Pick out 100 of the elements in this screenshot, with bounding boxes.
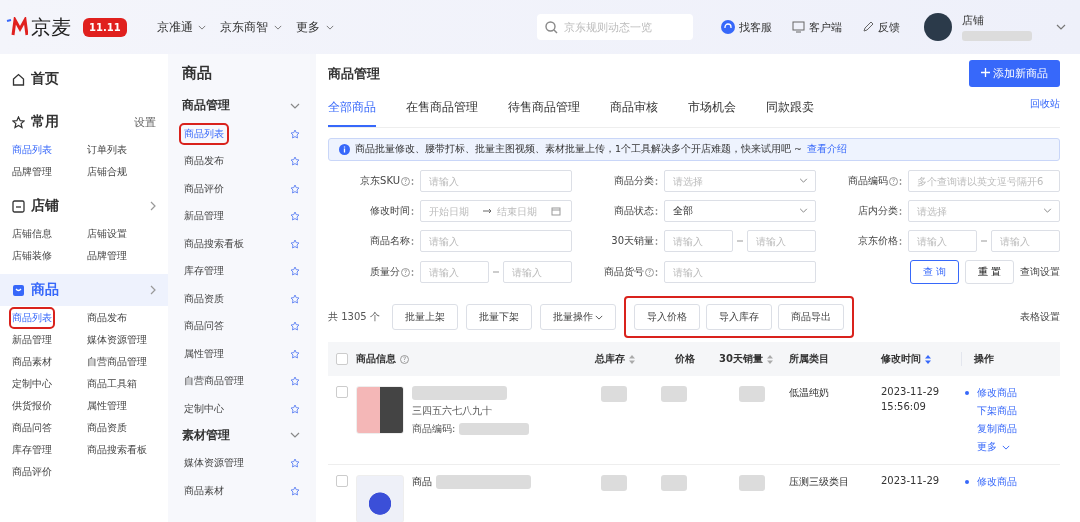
input-field[interactable]: 请输入 [420, 261, 489, 283]
submenu-group[interactable]: 商品管理 [182, 97, 230, 114]
sidebar-item[interactable]: 店铺信息 [12, 226, 52, 242]
table-settings-link[interactable]: 表格设置 [1020, 310, 1060, 324]
submenu-item[interactable]: 商品问答 [182, 318, 226, 335]
nav-menu[interactable]: 京东商智 [220, 18, 283, 36]
submenu-item[interactable]: 商品搜索看板 [182, 235, 246, 252]
sort-icon[interactable] [767, 354, 773, 364]
pin-icon[interactable] [290, 128, 300, 139]
submenu-item[interactable]: 定制中心 [182, 400, 226, 417]
more-menu-link[interactable]: 更多 [977, 440, 1017, 454]
toolbar-button[interactable]: 导入价格 [633, 304, 700, 330]
sidebar-section[interactable]: 常用 [12, 113, 59, 131]
sidebar-section[interactable]: 商品 [12, 281, 59, 299]
submenu-item[interactable]: 商品评价 [182, 180, 226, 197]
sidebar-item[interactable]: 商品工具箱 [87, 376, 137, 392]
sidebar-item[interactable]: 订单列表 [87, 142, 127, 158]
pin-icon[interactable] [290, 266, 300, 277]
tab[interactable]: 商品审核 [610, 95, 658, 125]
input-field[interactable]: 请输入 [420, 170, 572, 192]
sidebar-item[interactable]: 商品素材 [12, 354, 52, 370]
column-header[interactable]: 修改时间 [881, 352, 921, 366]
nav-menu[interactable]: 更多 [296, 18, 335, 36]
sidebar-item[interactable]: 库存管理 [12, 442, 52, 458]
sidebar-item[interactable]: 媒体资源管理 [87, 332, 147, 348]
checkbox[interactable] [336, 475, 348, 487]
input-field[interactable]: 请输入 [503, 261, 572, 283]
sidebar-section[interactable]: 店铺 [12, 197, 59, 215]
query-settings-link[interactable]: 查询设置 [1020, 265, 1060, 279]
pin-icon[interactable] [290, 458, 300, 469]
chevron-down-icon[interactable] [290, 432, 300, 438]
row-action-link[interactable]: 修改商品 [977, 386, 1017, 400]
sidebar-item[interactable]: 供货报价 [12, 398, 52, 414]
sidebar-item[interactable]: 自营商品管理 [87, 354, 147, 370]
submenu-item[interactable]: 商品发布 [182, 153, 226, 170]
input-field[interactable]: 请输入 [664, 230, 733, 252]
pin-icon[interactable] [290, 485, 300, 496]
recycle-bin-link[interactable]: 回收站 [1030, 95, 1060, 111]
toolbar-button[interactable]: 商品导出 [777, 304, 844, 330]
submenu-item[interactable]: 媒体资源管理 [182, 455, 246, 472]
chevron-down-icon[interactable] [290, 102, 300, 109]
input-field[interactable]: 请输入 [908, 230, 977, 252]
pin-icon[interactable] [290, 211, 300, 222]
column-header[interactable]: 总库存 [595, 352, 625, 366]
sidebar-item[interactable]: 商品问答 [12, 420, 52, 436]
service-link[interactable]: 找客服 [721, 19, 772, 35]
submenu-item[interactable]: 商品素材 [182, 482, 226, 499]
query-button[interactable]: 查 询 [909, 260, 959, 284]
reset-button[interactable]: 重 置 [964, 260, 1014, 284]
input-field[interactable]: 请输入 [747, 230, 816, 252]
sidebar-item[interactable]: 品牌管理 [87, 248, 127, 264]
home-link[interactable]: 首页 [0, 62, 168, 96]
row-action-link[interactable]: 复制商品 [977, 422, 1017, 436]
column-header[interactable]: 30天销量 [719, 352, 763, 366]
chevron-right-icon[interactable] [150, 201, 156, 211]
pin-icon[interactable] [290, 293, 300, 304]
sidebar-item[interactable]: 店铺合规 [87, 164, 127, 180]
client-link[interactable]: 客户端 [792, 19, 842, 35]
tab[interactable]: 在售商品管理 [406, 95, 478, 125]
pin-icon[interactable] [290, 376, 300, 387]
sidebar-item[interactable]: 属性管理 [87, 398, 127, 414]
sidebar-item[interactable]: 商品发布 [87, 310, 127, 326]
checkbox[interactable] [336, 353, 348, 365]
pin-icon[interactable] [290, 321, 300, 332]
sort-icon[interactable] [629, 354, 635, 364]
feedback-link[interactable]: 反馈 [862, 19, 900, 35]
sidebar-item[interactable]: 店铺装修 [12, 248, 52, 264]
pin-icon[interactable] [290, 238, 300, 249]
sidebar-item[interactable]: 商品搜索看板 [87, 442, 147, 458]
input-field[interactable]: 请输入 [420, 230, 572, 252]
checkbox[interactable] [336, 386, 348, 398]
sidebar-item[interactable]: 新品管理 [12, 332, 52, 348]
toolbar-button[interactable]: 批量下架 [465, 304, 532, 330]
input-field[interactable]: 请输入 [664, 261, 816, 283]
pin-icon[interactable] [290, 156, 300, 167]
select-field[interactable]: 请选择 [664, 170, 816, 192]
submenu-item[interactable]: 新品管理 [182, 208, 226, 225]
sidebar-item[interactable]: 商品资质 [87, 420, 127, 436]
toolbar-button[interactable]: 批量上架 [391, 304, 458, 330]
sidebar-item[interactable]: 商品列表 [12, 142, 52, 158]
submenu-group[interactable]: 素材管理 [182, 426, 230, 444]
submenu-item[interactable]: 商品列表 [182, 125, 226, 142]
sidebar-item[interactable]: 定制中心 [12, 376, 52, 392]
sidebar-item[interactable]: 店铺设置 [87, 226, 127, 242]
sidebar-item[interactable]: 商品列表 [12, 310, 52, 326]
sidebar-item[interactable]: 品牌管理 [12, 164, 52, 180]
chevron-right-icon[interactable] [150, 285, 156, 295]
select-field[interactable]: 全部 [664, 200, 816, 222]
pin-icon[interactable] [290, 348, 300, 359]
submenu-item[interactable]: 自营商品管理 [182, 373, 246, 390]
select-field[interactable]: 请选择 [908, 200, 1060, 222]
row-action-link[interactable]: 修改商品 [977, 475, 1017, 489]
row-action-link[interactable]: 下架商品 [977, 404, 1017, 418]
tab[interactable]: 全部商品 [328, 95, 376, 127]
tab[interactable]: 同款跟卖 [766, 95, 814, 125]
pin-icon[interactable] [290, 403, 300, 414]
add-product-button[interactable]: 添加新商品 [968, 60, 1060, 87]
submenu-item[interactable]: 库存管理 [182, 263, 226, 280]
tab[interactable]: 市场机会 [688, 95, 736, 125]
input-field[interactable]: 请输入 [991, 230, 1060, 252]
